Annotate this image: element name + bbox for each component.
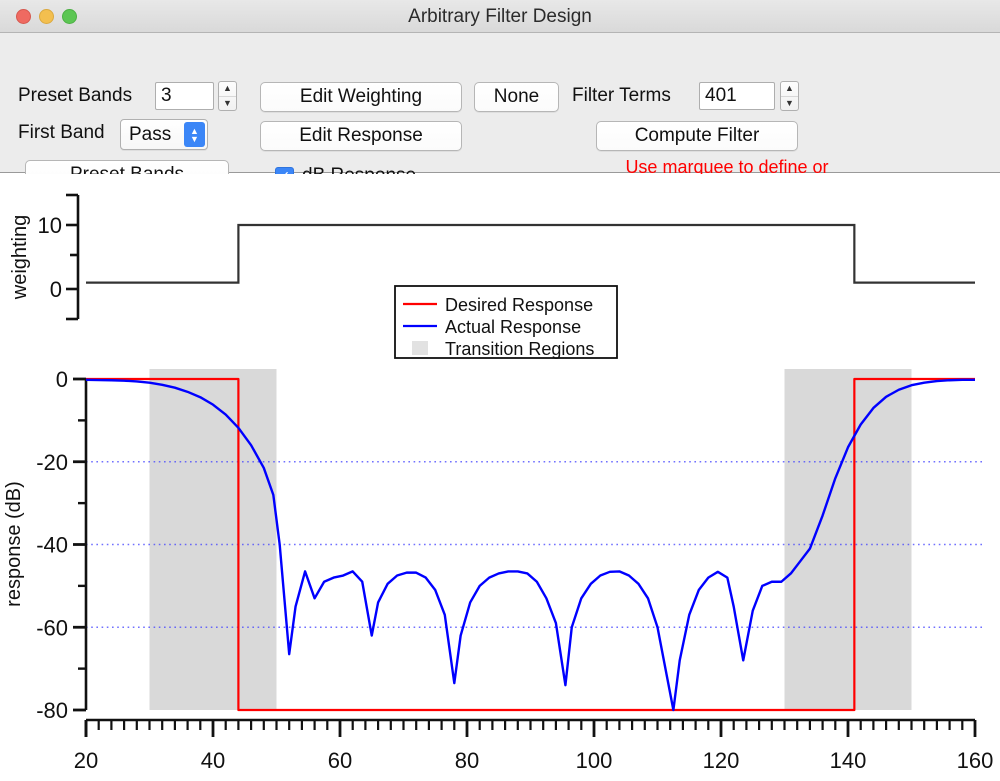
app-window: Arbitrary Filter Design Preset Bands 3 ▲… xyxy=(0,0,1000,781)
weighting-ytick-label: 0 xyxy=(50,277,62,302)
response-xtick-label: 20 xyxy=(74,748,98,773)
legend-label: Actual Response xyxy=(445,317,581,337)
edit-weighting-button[interactable]: Edit Weighting xyxy=(260,82,462,112)
first-band-value: Pass xyxy=(129,123,172,145)
filter-plots[interactable]: 100weighting0-20-40-60-80response (dB)20… xyxy=(0,174,1000,781)
filter-terms-label: Filter Terms xyxy=(572,85,671,106)
chevron-updown-icon[interactable]: ▲ ▼ xyxy=(184,122,205,147)
response-ytick-label: 0 xyxy=(56,367,68,392)
transition-region xyxy=(784,369,912,710)
preset-bands-input[interactable]: 3 xyxy=(155,82,214,110)
response-xtick-label: 40 xyxy=(201,748,225,773)
weighting-series-line xyxy=(86,223,975,284)
response-xtick-label: 140 xyxy=(830,748,867,773)
compute-filter-button[interactable]: Compute Filter xyxy=(596,121,798,151)
legend-label: Transition Regions xyxy=(445,339,594,359)
window-title: Arbitrary Filter Design xyxy=(408,6,592,27)
response-ytick-label: -80 xyxy=(36,698,68,723)
response-xtick-label: 160 xyxy=(957,748,994,773)
stepper-up-icon[interactable]: ▲ xyxy=(219,82,236,97)
response-xtick-label: 80 xyxy=(455,748,479,773)
weighting-ytick-label: 10 xyxy=(38,213,62,238)
filter-terms-stepper[interactable]: ▲ ▼ xyxy=(780,81,799,111)
legend-patch-swatch xyxy=(412,341,428,355)
response-axis-title: response (dB) xyxy=(3,481,25,607)
window-titlebar: Arbitrary Filter Design xyxy=(0,0,1000,33)
stepper-up-icon[interactable]: ▲ xyxy=(781,82,798,97)
weighting-axis-title: weighting xyxy=(9,215,31,301)
first-band-select[interactable]: Pass ▲ ▼ xyxy=(120,119,208,150)
response-ytick-label: -60 xyxy=(36,615,68,640)
response-ytick-label: -40 xyxy=(36,533,68,558)
stepper-down-icon[interactable]: ▼ xyxy=(781,97,798,111)
first-band-label: First Band xyxy=(18,122,105,143)
preset-bands-stepper[interactable]: ▲ ▼ xyxy=(218,81,237,111)
transition-region xyxy=(149,369,277,710)
response-xtick-label: 120 xyxy=(703,748,740,773)
response-xtick-label: 60 xyxy=(328,748,352,773)
control-panel: Preset Bands 3 ▲ ▼ First Band Pass ▲▼ Pr… xyxy=(0,33,1000,199)
none-button[interactable]: None xyxy=(474,82,559,112)
legend-label: Desired Response xyxy=(445,295,593,315)
edit-response-button[interactable]: Edit Response xyxy=(260,121,462,151)
preset-bands-label: Preset Bands xyxy=(18,85,133,106)
response-ytick-label: -20 xyxy=(36,450,68,475)
plot-area: 10 0 weighting 0 -20 -40 -60 -80 response (dB) 20… xyxy=(0,174,1000,781)
response-xtick-label: 100 xyxy=(576,748,613,773)
stepper-down-icon[interactable]: ▼ xyxy=(219,97,236,111)
filter-terms-input[interactable]: 401 xyxy=(699,82,775,110)
